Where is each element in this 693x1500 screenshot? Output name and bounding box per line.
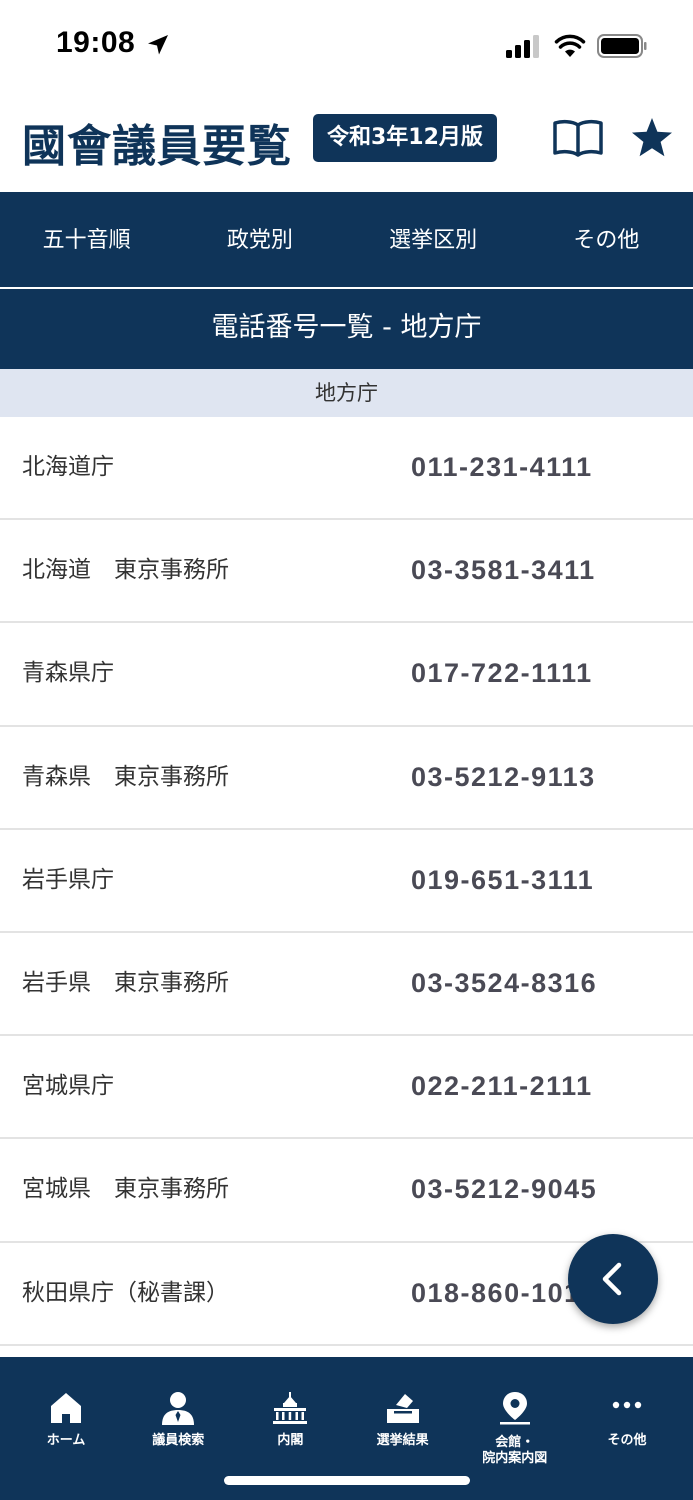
office-name: 岩手県庁 — [22, 866, 114, 893]
app-header: 國會議員要覧 令和3年12月版 — [0, 92, 693, 192]
phone-list: 北海道庁 011-231-4111 北海道 東京事務所 03-3581-3411… — [0, 417, 693, 1346]
office-name: 秋田県庁（秘書課） — [22, 1279, 229, 1306]
nav-home[interactable]: ホーム — [10, 1357, 122, 1500]
wifi-icon — [554, 34, 586, 57]
nav-label: 選挙結果 — [376, 1433, 429, 1448]
list-item[interactable]: 青森県 東京事務所 03-5212-9113 — [0, 726, 693, 830]
battery-icon — [597, 34, 647, 58]
nav-label: 内閣 — [277, 1433, 304, 1448]
chevron-left-icon — [602, 1262, 622, 1296]
office-name: 宮城県庁 — [22, 1073, 114, 1100]
nav-label: 会館・ 院内案内図 — [482, 1435, 548, 1466]
phone-number[interactable]: 03-5212-9045 — [411, 1139, 597, 1240]
cellular-signal-icon — [506, 35, 539, 58]
phone-number[interactable]: 03-3524-8316 — [411, 933, 597, 1034]
list-item[interactable]: 宮城県庁 022-211-2111 — [0, 1036, 693, 1140]
home-icon — [51, 1393, 82, 1423]
tab-bar: 五十音順 政党別 選挙区別 その他 — [0, 192, 693, 287]
tab-district[interactable]: 選挙区別 — [347, 192, 520, 287]
tab-other[interactable]: その他 — [520, 192, 693, 287]
phone-number[interactable]: 019-651-3111 — [411, 830, 594, 931]
nav-label: 議員検索 — [152, 1433, 205, 1448]
edition-badge: 令和3年12月版 — [313, 114, 497, 162]
phone-number[interactable]: 018-860-1011 — [411, 1243, 596, 1344]
nav-more[interactable]: その他 — [571, 1357, 683, 1500]
phone-number[interactable]: 011-231-4111 — [411, 417, 593, 518]
list-item[interactable]: 岩手県 東京事務所 03-3524-8316 — [0, 932, 693, 1037]
section-header: 地方庁 — [0, 369, 693, 417]
nav-label: ホーム — [46, 1433, 86, 1448]
nav-label: その他 — [607, 1433, 647, 1448]
home-indicator — [224, 1476, 470, 1485]
app-title: 國會議員要覧 — [22, 121, 292, 172]
list-item[interactable]: 岩手県庁 019-651-3111 — [0, 829, 693, 933]
phone-number[interactable]: 03-3581-3411 — [411, 520, 596, 621]
more-dots-icon — [612, 1401, 642, 1409]
back-button[interactable] — [568, 1234, 658, 1324]
page-title: 電話番号一覧 - 地方庁 — [0, 289, 693, 369]
status-bar: 19:08 — [0, 0, 693, 92]
office-name: 青森県庁 — [22, 660, 114, 687]
location-arrow-icon — [148, 35, 168, 55]
person-search-icon — [162, 1392, 195, 1425]
tab-party[interactable]: 政党別 — [173, 192, 346, 287]
tab-gojuon[interactable]: 五十音順 — [0, 192, 173, 287]
ballot-box-icon — [386, 1394, 419, 1423]
phone-number[interactable]: 03-5212-9113 — [411, 727, 596, 828]
office-name: 青森県 東京事務所 — [22, 763, 229, 790]
map-pin-icon — [499, 1392, 530, 1425]
office-name: 岩手県 東京事務所 — [22, 969, 229, 996]
star-icon[interactable] — [630, 116, 674, 160]
nav-building-map[interactable]: 会館・ 院内案内図 — [459, 1357, 571, 1500]
office-name: 宮城県 東京事務所 — [22, 1176, 229, 1203]
list-item[interactable]: 青森県庁 017-722-1111 — [0, 623, 693, 727]
list-item[interactable]: 北海道庁 011-231-4111 — [0, 417, 693, 521]
office-name: 北海道庁 — [22, 454, 114, 480]
phone-number[interactable]: 017-722-1111 — [411, 623, 593, 724]
list-item[interactable]: 宮城県 東京事務所 03-5212-9045 — [0, 1139, 693, 1243]
phone-number[interactable]: 022-211-2111 — [411, 1036, 593, 1137]
office-name: 北海道 東京事務所 — [22, 557, 229, 584]
status-time: 19:08 — [56, 26, 136, 59]
nav-member-search[interactable]: 議員検索 — [122, 1357, 234, 1500]
diet-building-icon — [273, 1392, 308, 1424]
book-icon[interactable] — [552, 118, 604, 158]
list-item[interactable]: 北海道 東京事務所 03-3581-3411 — [0, 520, 693, 624]
